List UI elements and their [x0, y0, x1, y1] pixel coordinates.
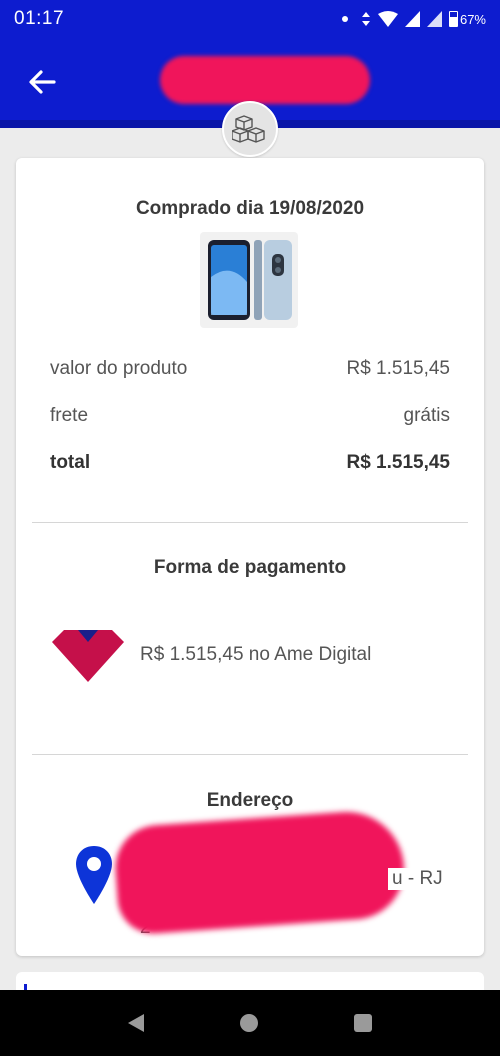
boxes-icon	[232, 115, 265, 143]
divider	[32, 522, 468, 523]
payment-method-text: R$ 1.515,45 no Ame Digital	[140, 644, 372, 665]
redacted-title	[160, 56, 370, 104]
notification-dot-icon	[341, 16, 348, 22]
product-value-amount: R$ 1.515,45	[346, 358, 450, 379]
arrow-left-icon	[29, 70, 56, 94]
signal-icon	[426, 11, 442, 27]
total-row: total R$ 1.515,45	[50, 452, 450, 474]
signal-icon	[404, 11, 420, 27]
data-arrows-icon	[361, 12, 370, 26]
order-badge	[222, 101, 278, 157]
product-value-row: valor do produto R$ 1.515,45	[50, 358, 450, 380]
nav-back-icon[interactable]	[128, 1014, 144, 1032]
status-icons: 67%	[341, 11, 486, 27]
order-details-card: Comprado dia 19/08/2020 valor do produto…	[16, 158, 484, 956]
product-value-label: valor do produto	[50, 358, 188, 379]
shipping-label: frete	[50, 405, 89, 426]
address-title: Endereço	[206, 790, 294, 811]
ame-digital-logo	[52, 630, 124, 682]
address-city-state: u - RJ	[388, 868, 443, 890]
purchase-date: Comprado dia 19/08/2020	[135, 198, 365, 219]
phone-image	[208, 240, 292, 320]
nav-recent-apps-icon[interactable]	[354, 1014, 372, 1032]
navigation-bar	[0, 990, 500, 1056]
status-bar: 01:17 67%	[0, 0, 500, 38]
back-button[interactable]	[22, 62, 62, 102]
wifi-icon	[377, 11, 398, 27]
product-image	[200, 232, 298, 328]
total-label: total	[50, 452, 91, 473]
total-value: R$ 1.515,45	[346, 452, 450, 473]
battery-icon	[448, 11, 458, 27]
divider	[32, 754, 468, 755]
shipping-value: grátis	[403, 405, 450, 426]
nav-home-icon[interactable]	[240, 1014, 258, 1032]
battery-indicator: 67%	[448, 11, 486, 27]
battery-percent: 67%	[459, 11, 486, 27]
payment-title: Forma de pagamento	[153, 557, 347, 578]
location-pin-icon	[76, 846, 112, 904]
shipping-row: frete grátis	[50, 405, 450, 427]
redacted-address	[112, 808, 408, 936]
status-time: 01:17	[14, 8, 65, 29]
